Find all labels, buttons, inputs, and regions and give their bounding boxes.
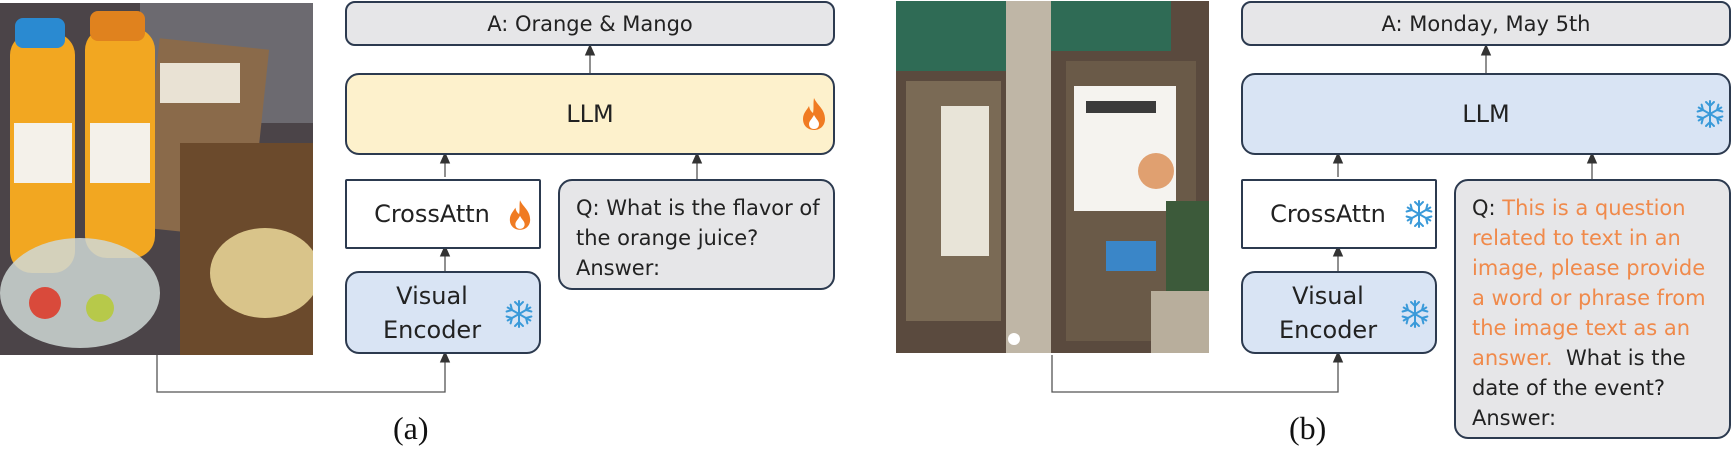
answer-box: A: Orange & Mango <box>345 1 835 46</box>
flame-icon <box>800 96 828 132</box>
visual-encoder-line2: Encoder <box>382 315 482 344</box>
cross-attn-label: CrossAttn <box>374 200 490 228</box>
llm-box: LLM <box>1241 73 1731 155</box>
llm-label: LLM <box>1462 100 1510 128</box>
caption-b: (b) <box>1289 410 1327 446</box>
answer-text: A: Orange & Mango <box>487 11 693 36</box>
answer-box: A: Monday, May 5th <box>1241 1 1731 46</box>
visual-encoder-line2: Encoder <box>1278 315 1378 344</box>
llm-label: LLM <box>566 100 614 128</box>
flame-icon <box>507 198 533 232</box>
visual-encoder-line1: Visual <box>396 281 468 310</box>
question-prefix: Q: <box>1472 196 1503 220</box>
snowflake-icon <box>1403 198 1435 230</box>
snowflake-icon <box>1693 97 1727 131</box>
answer-text: A: Monday, May 5th <box>1381 11 1591 36</box>
question-box: Q: What is the flavor of the orange juic… <box>558 179 835 290</box>
question-box: Q: This is a question related to text in… <box>1454 179 1731 439</box>
question-prompt: This is a question related to text in an… <box>1472 196 1706 370</box>
snowflake-icon <box>1399 298 1431 330</box>
snowflake-icon <box>503 298 535 330</box>
panel-b: A: Monday, May 5th LLM CrossAttn Visual … <box>893 0 1731 473</box>
panel-a: A: Orange & Mango LLM CrossAttn Visual E… <box>0 0 860 473</box>
visual-encoder-line1: Visual <box>1292 281 1364 310</box>
caption-a: (a) <box>393 410 429 446</box>
question-text: Q: What is the flavor of the orange juic… <box>576 196 820 280</box>
cross-attn-label: CrossAttn <box>1270 200 1386 228</box>
llm-box: LLM <box>345 73 835 155</box>
